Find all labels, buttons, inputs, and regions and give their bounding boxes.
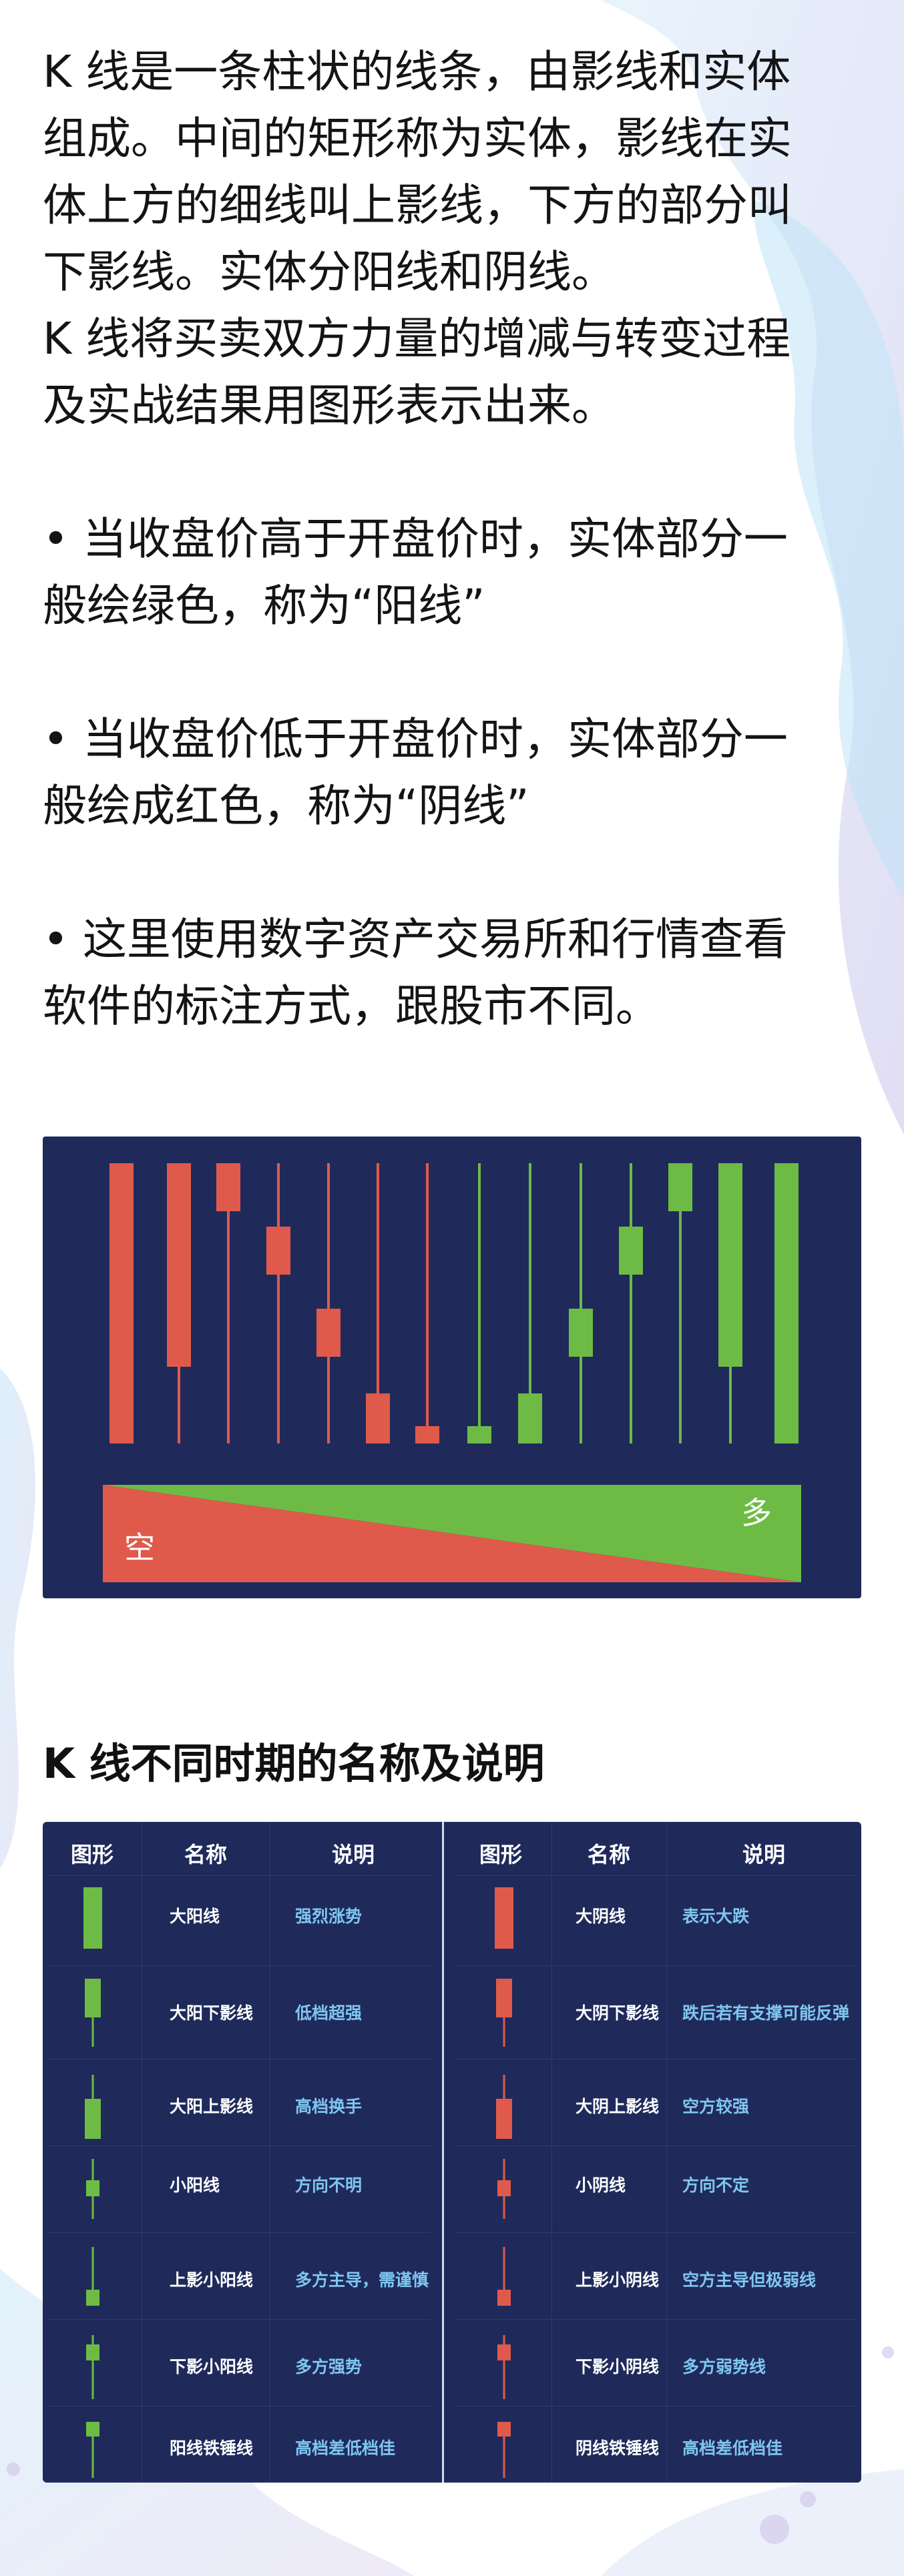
candle-red-7-body [415,1426,439,1443]
candle-name: 下影小阴线 [576,2357,660,2376]
candle-red-6-body [366,1393,390,1443]
table-row: 阳线铁锤线 高档差低档佳 [43,2406,437,2483]
candle-desc: 表示大跌 [682,1907,750,1926]
candle-name: 阴线铁锤线 [576,2439,660,2458]
candle-name: 上影小阳线 [170,2270,254,2290]
candle-name: 大阴上影线 [576,2097,660,2116]
candlestick-names-table: 图形 名称 说明 大阳线 强烈涨势 大阳下影线 低档超强 大阳上影线 高档换手 … [43,1822,861,2483]
bullet-green-line: 般绘绿色，称为“阳线” [43,580,485,631]
intro-line: 下影线。实体分阳线和阴线。 [43,246,616,298]
bear-lower-shadow-candle-icon [496,1979,512,2047]
candle-desc: 高档差低档佳 [295,2439,396,2458]
bullet-red-line: 般绘成红色，称为“阴线” [43,780,529,832]
candle-desc: 方向不定 [682,2176,750,2195]
candle-green-3-body [569,1309,593,1357]
candle-name: 上影小阴线 [576,2270,660,2290]
candlestick-spectrum-graphic [103,1163,801,1582]
header-shape: 图形 [479,1842,522,1867]
table-row: 大阴上影线 空方较强 [450,2059,861,2146]
candlestick-spectrum-panel: 空 多 [43,1137,861,1598]
small-bull-candle-icon [86,2159,99,2219]
candle-desc: 跌后若有支撑可能反弹 [682,2003,850,2023]
candle-green-4-body [619,1227,643,1275]
table-row: 大阳下影线 低档超强 [43,1965,437,2052]
candle-desc: 多方主导，需谨慎 [295,2270,429,2290]
candle-green-2-body [518,1393,542,1443]
bear-hammer-icon [497,2422,511,2478]
table-row: 小阴线 方向不定 [450,2146,861,2232]
small-bear-candle-icon [497,2159,511,2219]
header-desc: 说明 [742,1842,785,1867]
intro-line: 及实战结果用图形表示出来。 [43,380,616,431]
bullet-green-line: • 当收盘价高于开盘价时，实体部分一 [43,513,788,565]
table-row: 下影小阴线 多方弱势线 [450,2319,861,2406]
table-row: 上影小阴线 空方主导但极弱线 [450,2232,861,2319]
intro-text: K 线是一条柱状的线条，由影线和实体 组成。中间的矩形称为实体，影线在实 体上方… [43,39,864,1040]
candle-desc: 高档差低档佳 [682,2439,783,2458]
bull-upper-shadow-candle-icon [85,2075,101,2139]
candle-desc: 空方主导但极弱线 [682,2270,817,2290]
bear-label: 空 [124,1530,155,1566]
upper-shadow-small-bull-icon [86,2247,99,2306]
candle-desc: 多方强势 [295,2357,363,2376]
table-row: 下影小阳线 多方强势 [43,2319,437,2406]
intro-line: 组成。中间的矩形称为实体，影线在实 [43,113,792,164]
header-name: 名称 [587,1842,630,1867]
bullet-red-line: • 当收盘价低于开盘价时，实体部分一 [43,713,788,765]
big-bear-candle-icon [495,1887,513,1949]
bullet-notation-line: 软件的标注方式，跟股市不同。 [43,980,660,1032]
candle-green-1-body [467,1426,491,1443]
bull-lower-shadow-candle-icon [85,1979,101,2047]
candle-green-7 [774,1163,799,1443]
bear-upper-shadow-candle-icon [496,2075,512,2139]
bull-label: 多 [741,1495,772,1531]
table-row: 小阳线 方向不明 [43,2146,437,2232]
header-desc: 说明 [331,1842,375,1867]
bullish-column-group: 图形 名称 说明 大阳线 强烈涨势 大阳下影线 低档超强 大阳上影线 高档换手 … [43,1822,437,2483]
candle-green-6-body [718,1163,742,1367]
candle-red-1 [109,1163,134,1443]
table-divider [442,1822,444,2483]
upper-shadow-small-bear-icon [497,2247,511,2306]
table-row: 阴线铁锤线 高档差低档佳 [450,2406,861,2483]
candle-name: 小阴线 [576,2176,626,2195]
candle-name: 阳线铁锤线 [170,2439,254,2458]
candle-desc: 方向不明 [295,2176,363,2195]
candle-name: 大阳线 [170,1907,220,1926]
table-row: 大阳线 强烈涨势 [43,1875,437,1962]
section-title: K 线不同时期的名称及说明 [43,1739,545,1788]
intro-line: 体上方的细线叫上影线，下方的部分叫 [43,180,792,231]
candle-desc: 低档超强 [295,2003,363,2023]
candle-desc: 强烈涨势 [295,1907,363,1926]
candle-name: 大阴线 [576,1907,626,1926]
candle-red-3-body [216,1163,240,1211]
lower-shadow-small-bear-icon [497,2335,511,2399]
candle-red-2-body [167,1163,191,1367]
table-row: 大阳上影线 高档换手 [43,2059,437,2146]
candle-green-5-body [668,1163,692,1211]
table-row: 上影小阳线 多方主导，需谨慎 [43,2232,437,2319]
candle-name: 小阳线 [170,2176,220,2195]
table-row: 大阴下影线 跌后若有支撑可能反弹 [450,1965,861,2052]
candle-red-4-body [266,1227,290,1275]
lower-shadow-small-bull-icon [86,2335,99,2399]
bullet-notation-line: • 这里使用数字资产交易所和行情查看 [43,914,788,965]
candle-name: 大阳上影线 [170,2097,254,2116]
bull-hammer-icon [86,2422,99,2478]
candle-red-5-body [316,1309,341,1357]
candle-desc: 多方弱势线 [682,2357,766,2376]
candle-desc: 空方较强 [682,2097,750,2116]
header-name: 名称 [184,1842,227,1867]
candle-name: 下影小阳线 [170,2357,254,2376]
table-row: 大阴线 表示大跌 [450,1875,861,1962]
header-shape: 图形 [70,1842,114,1867]
intro-line: K 线是一条柱状的线条，由影线和实体 [43,46,791,97]
candle-desc: 高档换手 [295,2097,363,2116]
candle-name: 大阴下影线 [576,2003,660,2023]
bearish-column-group: 图形 名称 说明 大阴线 表示大跌 大阴下影线 跌后若有支撑可能反弹 大阴上影线… [450,1822,861,2483]
big-bull-candle-icon [83,1887,102,1949]
intro-line: K 线将买卖双方力量的增减与转变过程 [43,313,791,364]
candle-name: 大阳下影线 [170,2003,254,2023]
